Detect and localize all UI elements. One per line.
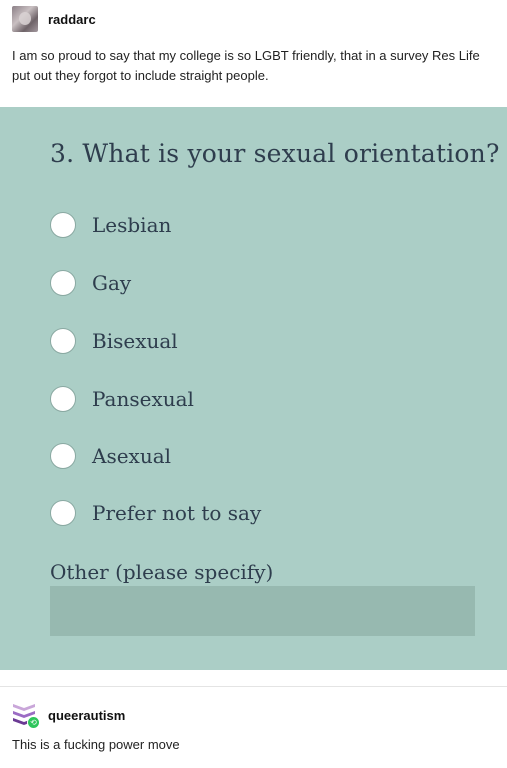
option-label: Pansexual	[92, 387, 194, 411]
option-bisexual[interactable]: Bisexual	[50, 326, 178, 356]
survey-image: 3. What is your sexual orientation? Lesb…	[0, 107, 507, 670]
reblog-icon: ⟲	[27, 716, 40, 729]
other-specify-field[interactable]	[50, 586, 475, 636]
option-gay[interactable]: Gay	[50, 268, 131, 298]
option-prefer-not-to-say[interactable]: Prefer not to say	[50, 498, 261, 528]
avatar[interactable]: ⟲	[12, 702, 40, 729]
option-label: Lesbian	[92, 213, 172, 237]
option-label: Asexual	[92, 444, 172, 468]
radio-button[interactable]	[50, 386, 76, 412]
post-header: raddarc	[12, 6, 96, 32]
radio-button[interactable]	[50, 212, 76, 238]
radio-button[interactable]	[50, 328, 76, 354]
option-label: Gay	[92, 271, 132, 295]
avatar[interactable]	[12, 6, 38, 32]
chevron-stripe	[13, 704, 35, 711]
post-username[interactable]: raddarc	[48, 12, 96, 27]
reply-header: ⟲ queerautism	[12, 702, 125, 729]
divider	[0, 686, 507, 687]
reply-text: This is a fucking power move	[12, 737, 180, 752]
reply-username[interactable]: queerautism	[48, 708, 125, 723]
option-asexual[interactable]: Asexual	[50, 441, 171, 471]
radio-button[interactable]	[50, 443, 76, 469]
option-lesbian[interactable]: Lesbian	[50, 210, 171, 240]
survey-question: 3. What is your sexual orientation?	[50, 139, 500, 168]
option-pansexual[interactable]: Pansexual	[50, 384, 194, 414]
option-label: Bisexual	[92, 329, 178, 353]
radio-button[interactable]	[50, 500, 76, 526]
option-label: Prefer not to say	[92, 501, 262, 525]
post-text: I am so proud to say that my college is …	[12, 48, 480, 83]
other-label: Other (please specify)	[50, 560, 274, 584]
radio-button[interactable]	[50, 270, 76, 296]
